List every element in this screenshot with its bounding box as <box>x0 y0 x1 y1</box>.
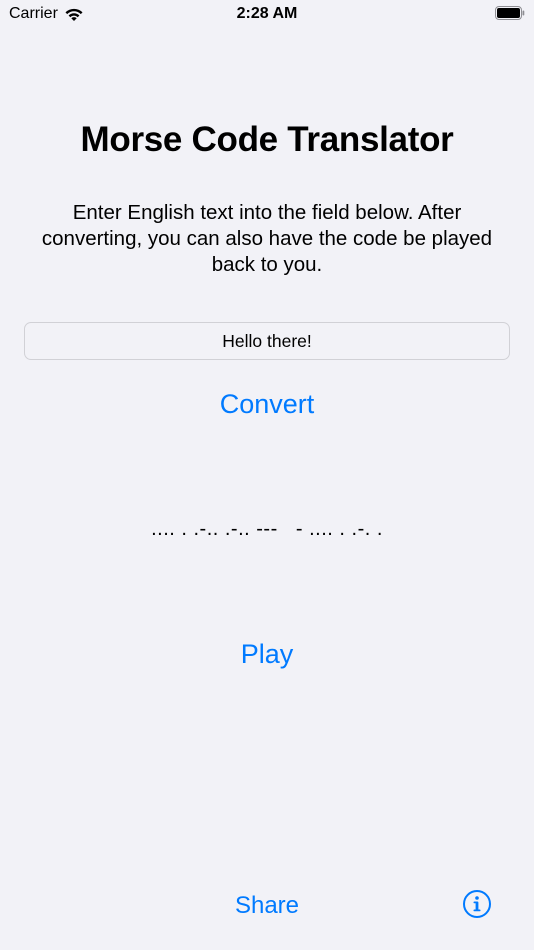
english-text-input[interactable] <box>24 322 510 360</box>
page-title: Morse Code Translator <box>80 120 454 159</box>
morse-output: .... . .-.. .-.. --- - .... . .-. . <box>151 518 383 540</box>
info-button[interactable] <box>462 889 492 919</box>
status-bar: Carrier 2:28 AM <box>0 0 534 30</box>
convert-button[interactable]: Convert <box>167 385 367 423</box>
status-time: 2:28 AM <box>236 5 298 22</box>
battery-icon <box>495 6 525 20</box>
play-button[interactable]: Play <box>187 635 347 673</box>
share-button[interactable]: Share <box>197 888 337 924</box>
info-icon <box>463 890 491 918</box>
instructions-text: Enter English text into the field below.… <box>41 201 493 276</box>
